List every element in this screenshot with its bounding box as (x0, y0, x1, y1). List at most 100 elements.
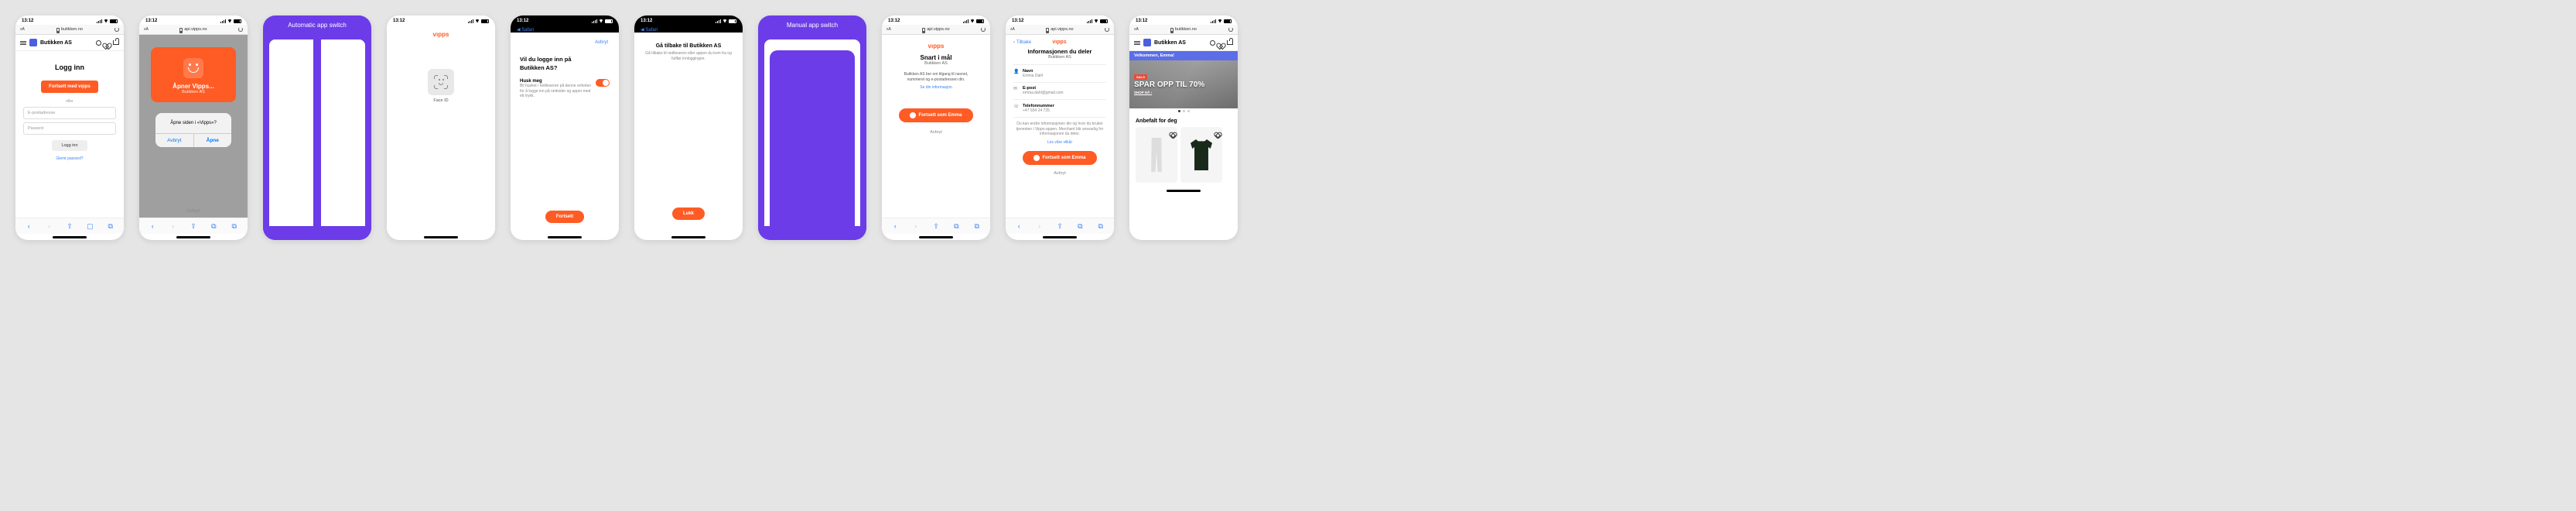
text-size-control[interactable]: ᴀA (1010, 27, 1015, 32)
url-display[interactable]: api.vipps.no (894, 27, 978, 32)
remember-toggle[interactable] (596, 79, 610, 87)
forward-icon: › (1036, 222, 1044, 230)
phone-icon: ☏ (1013, 104, 1020, 113)
close-button[interactable]: Lukk (672, 207, 705, 220)
product-card[interactable] (1180, 127, 1222, 183)
back-icon[interactable]: ‹ (1015, 222, 1023, 230)
shop-label: SHOP NÅ (1134, 91, 1150, 94)
forward-icon: › (169, 222, 177, 230)
url-bar[interactable]: ᴀA api.vipps.no (882, 25, 990, 35)
heart-icon[interactable] (1218, 40, 1224, 45)
bookmarks-icon[interactable]: ⧉ (1076, 222, 1084, 230)
reload-icon[interactable] (1228, 27, 1233, 32)
tabs-icon[interactable]: ⧉ (1097, 222, 1105, 230)
carousel-dots[interactable] (1129, 108, 1238, 114)
battery-icon (234, 19, 241, 23)
home-indicator[interactable] (1043, 236, 1077, 238)
recommended-row[interactable] (1129, 127, 1238, 187)
cart-icon[interactable] (1227, 40, 1233, 45)
lock-icon (56, 28, 60, 32)
home-indicator[interactable] (53, 236, 87, 238)
reload-icon[interactable] (238, 27, 243, 32)
continue-as-button[interactable]: Fortsett som Emma (899, 108, 972, 122)
forgot-password-link[interactable]: Glemt passord? (23, 156, 116, 161)
share-icon[interactable]: ⇧ (190, 222, 197, 230)
back-icon[interactable]: ‹ (891, 222, 899, 230)
home-indicator[interactable] (671, 236, 705, 238)
shop-now-link[interactable]: SHOP NÅ › (1134, 91, 1233, 94)
share-icon[interactable]: ⇧ (1056, 222, 1064, 230)
bookmarks-icon[interactable]: ⧉ (952, 222, 960, 230)
url-display[interactable]: butikken.no (28, 27, 111, 32)
user-icon[interactable] (1210, 40, 1215, 46)
menu-icon[interactable] (20, 41, 26, 45)
reload-icon[interactable] (114, 27, 119, 32)
cart-icon[interactable] (113, 40, 119, 45)
faceid-icon (434, 75, 448, 89)
share-icon[interactable]: ⇧ (932, 222, 940, 230)
home-indicator[interactable] (176, 236, 210, 238)
password-input[interactable]: Passord (23, 122, 116, 135)
back-to-safari[interactable]: ◀ Safari (517, 27, 534, 33)
heart-icon[interactable] (104, 40, 110, 45)
home-indicator[interactable] (424, 236, 458, 238)
reload-icon[interactable] (981, 27, 986, 32)
bookmarks-icon[interactable]: ⧉ (210, 222, 217, 230)
heart-icon[interactable] (1171, 129, 1175, 133)
signal-icon (220, 19, 226, 23)
cancel-link[interactable]: Avbryt (1013, 171, 1106, 176)
terms-link[interactable]: Les våre vilkår (1013, 140, 1106, 145)
battery-icon (605, 19, 613, 23)
tabs-icon[interactable]: ⧉ (107, 222, 114, 230)
continue-with-vipps-button[interactable]: Fortsett med vıpps (41, 81, 98, 93)
almost-desc-2: nummeret og e-postadressen din. (891, 77, 981, 83)
user-icon[interactable] (96, 40, 101, 46)
login-button[interactable]: Logg inn (52, 140, 87, 151)
hero-banner[interactable]: SALG SPAR OPP TIL 70% SHOP NÅ › (1129, 60, 1238, 108)
remember-content: Avbryt Vil du logge inn på Butikken AS? … (511, 33, 619, 234)
home-indicator[interactable] (1167, 190, 1201, 192)
url-bar[interactable]: ᴀA api.vipps.no (1006, 25, 1114, 35)
safari-bottom-bar: ‹ › ⇧ ▢ ⧉ (15, 218, 124, 234)
back-to-safari[interactable]: ◀ Safari (641, 27, 658, 33)
menu-icon[interactable] (1134, 41, 1140, 45)
continue-as-label: Fortsett som Emma (918, 113, 962, 118)
continue-button[interactable]: Fortsett (545, 211, 584, 223)
back-icon[interactable]: ‹ (149, 222, 156, 230)
back-icon[interactable]: ‹ (25, 222, 32, 230)
screen-auto-switch: Automatic app switch (263, 15, 371, 240)
text-size-control[interactable]: ᴀA (887, 27, 891, 32)
email-input[interactable]: E-postadresse (23, 107, 116, 119)
url-bar[interactable]: ᴀA butikken.no (1129, 25, 1238, 35)
url-bar[interactable]: ᴀA butikken.no (15, 25, 124, 35)
goback-title: Gå tilbake til Butikken AS (644, 43, 733, 49)
url-text: api.vipps.no (184, 27, 207, 32)
screen-faceid: 13:12 vıpps Face ID (387, 15, 495, 240)
page-cancel-link[interactable]: Avbryt (139, 205, 248, 218)
cancel-link[interactable]: Avbryt (891, 130, 981, 135)
tabs-icon[interactable]: ⧉ (231, 222, 238, 230)
url-bar[interactable]: ᴀA api.vipps.no (139, 25, 248, 35)
battery-icon (729, 19, 736, 23)
screen-login: 13:12 ᴀA butikken.no Butikken AS Logg in… (15, 15, 124, 240)
url-display[interactable]: api.vipps.no (152, 27, 235, 32)
share-icon[interactable]: ⇧ (66, 222, 73, 230)
text-size-control[interactable]: ᴀA (1134, 27, 1139, 32)
url-display[interactable]: api.vipps.no (1018, 27, 1102, 32)
product-card[interactable] (1136, 127, 1177, 183)
text-size-control[interactable]: ᴀA (20, 27, 25, 32)
continue-as-button[interactable]: Fortsett som Emma (1023, 151, 1096, 165)
product-image (1150, 138, 1163, 172)
bookmarks-icon[interactable]: ▢ (86, 222, 94, 230)
home-indicator[interactable] (919, 236, 953, 238)
text-size-control[interactable]: ᴀA (144, 27, 149, 32)
url-display[interactable]: butikken.no (1142, 27, 1225, 32)
reload-icon[interactable] (1105, 27, 1109, 32)
see-info-link[interactable]: Se din informasjon (891, 85, 981, 90)
home-indicator[interactable] (548, 236, 582, 238)
alert-open-button[interactable]: Åpne (194, 134, 232, 147)
back-link[interactable]: ‹ Tilbake (1013, 40, 1031, 45)
heart-icon[interactable] (1216, 129, 1220, 133)
tabs-icon[interactable]: ⧉ (973, 222, 981, 230)
alert-cancel-button[interactable]: Avbryt (155, 134, 194, 147)
